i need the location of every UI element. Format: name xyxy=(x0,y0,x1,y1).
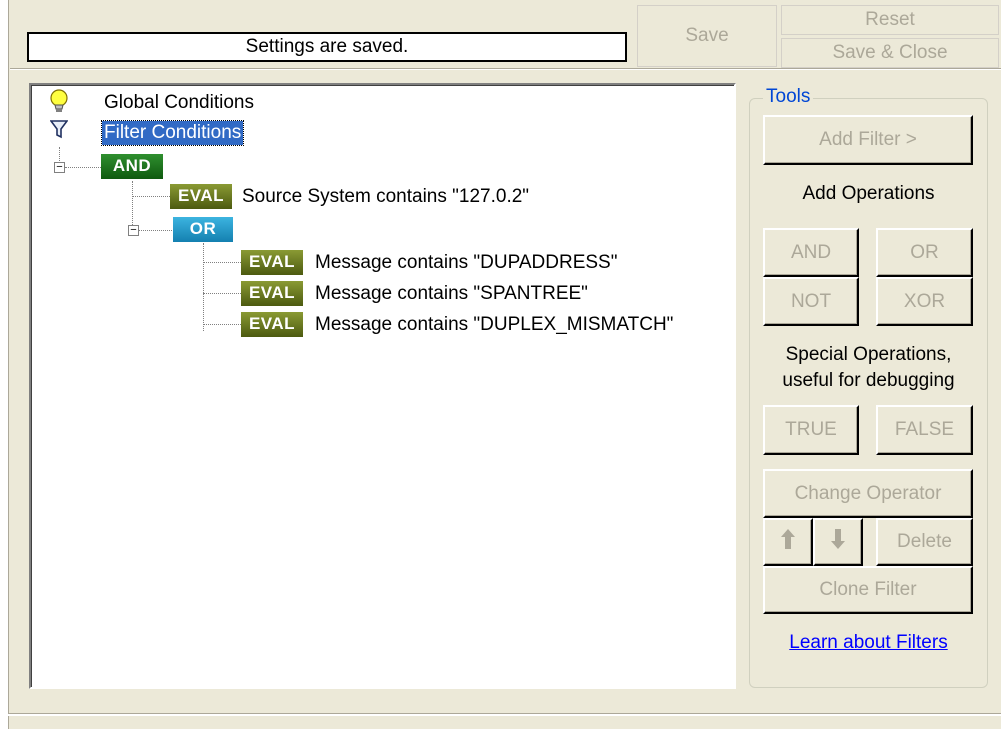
or-button[interactable]: OR xyxy=(876,228,973,277)
global-conditions-node[interactable]: Global Conditions xyxy=(104,91,254,115)
not-button[interactable]: NOT xyxy=(763,277,859,326)
move-up-button[interactable] xyxy=(763,518,813,566)
learn-about-filters-link[interactable]: Learn about Filters xyxy=(789,632,947,653)
and-button[interactable]: AND xyxy=(763,228,859,277)
change-operator-button[interactable]: Change Operator xyxy=(763,469,973,518)
true-button[interactable]: TRUE xyxy=(763,405,859,455)
header-separator xyxy=(10,68,1001,69)
special-operations-label: Special Operations, xyxy=(785,344,952,365)
xor-button[interactable]: XOR xyxy=(876,277,973,326)
reset-button[interactable]: Reset xyxy=(781,5,999,35)
save-button[interactable]: Save xyxy=(637,5,777,67)
and-collapse-toggle[interactable]: − xyxy=(54,162,65,173)
funnel-icon xyxy=(49,119,69,139)
or-collapse-toggle[interactable]: − xyxy=(128,225,139,236)
or-operator-node[interactable]: OR xyxy=(173,217,233,242)
and-operator-node[interactable]: AND xyxy=(101,154,163,179)
window-bottom-edge xyxy=(8,713,1001,716)
lightbulb-icon xyxy=(48,87,70,115)
eval-badge[interactable]: EVAL xyxy=(241,250,303,275)
condition-dupaddress[interactable]: Message contains "DUPADDRESS" xyxy=(315,251,617,275)
arrow-down-icon xyxy=(830,528,846,556)
add-operations-label: Add Operations xyxy=(802,183,935,204)
status-field: Settings are saved. xyxy=(27,32,627,62)
condition-duplex-mismatch[interactable]: Message contains "DUPLEX_MISMATCH" xyxy=(315,313,673,337)
delete-button[interactable]: Delete xyxy=(876,518,973,566)
eval-badge[interactable]: EVAL xyxy=(241,312,303,337)
clone-filter-button[interactable]: Clone Filter xyxy=(763,566,973,614)
add-filter-button[interactable]: Add Filter > xyxy=(763,115,973,165)
condition-spantree[interactable]: Message contains "SPANTREE" xyxy=(315,282,588,306)
filter-tree[interactable]: Global Conditions Filter Conditions − AN… xyxy=(29,83,736,689)
filter-conditions-node[interactable]: Filter Conditions xyxy=(100,120,245,146)
learn-about-filters-link-container: Learn about Filters xyxy=(749,632,988,654)
special-operations-sublabel: useful for debugging xyxy=(782,370,955,391)
condition-source-system[interactable]: Source System contains "127.0.2" xyxy=(242,185,529,209)
arrow-up-icon xyxy=(780,528,796,556)
window-left-edge xyxy=(0,0,9,729)
eval-badge[interactable]: EVAL xyxy=(241,281,303,306)
move-down-button[interactable] xyxy=(813,518,863,566)
tools-legend: Tools xyxy=(763,86,814,108)
save-close-button[interactable]: Save & Close xyxy=(781,38,999,68)
false-button[interactable]: FALSE xyxy=(876,405,973,455)
eval-badge[interactable]: EVAL xyxy=(170,184,232,209)
